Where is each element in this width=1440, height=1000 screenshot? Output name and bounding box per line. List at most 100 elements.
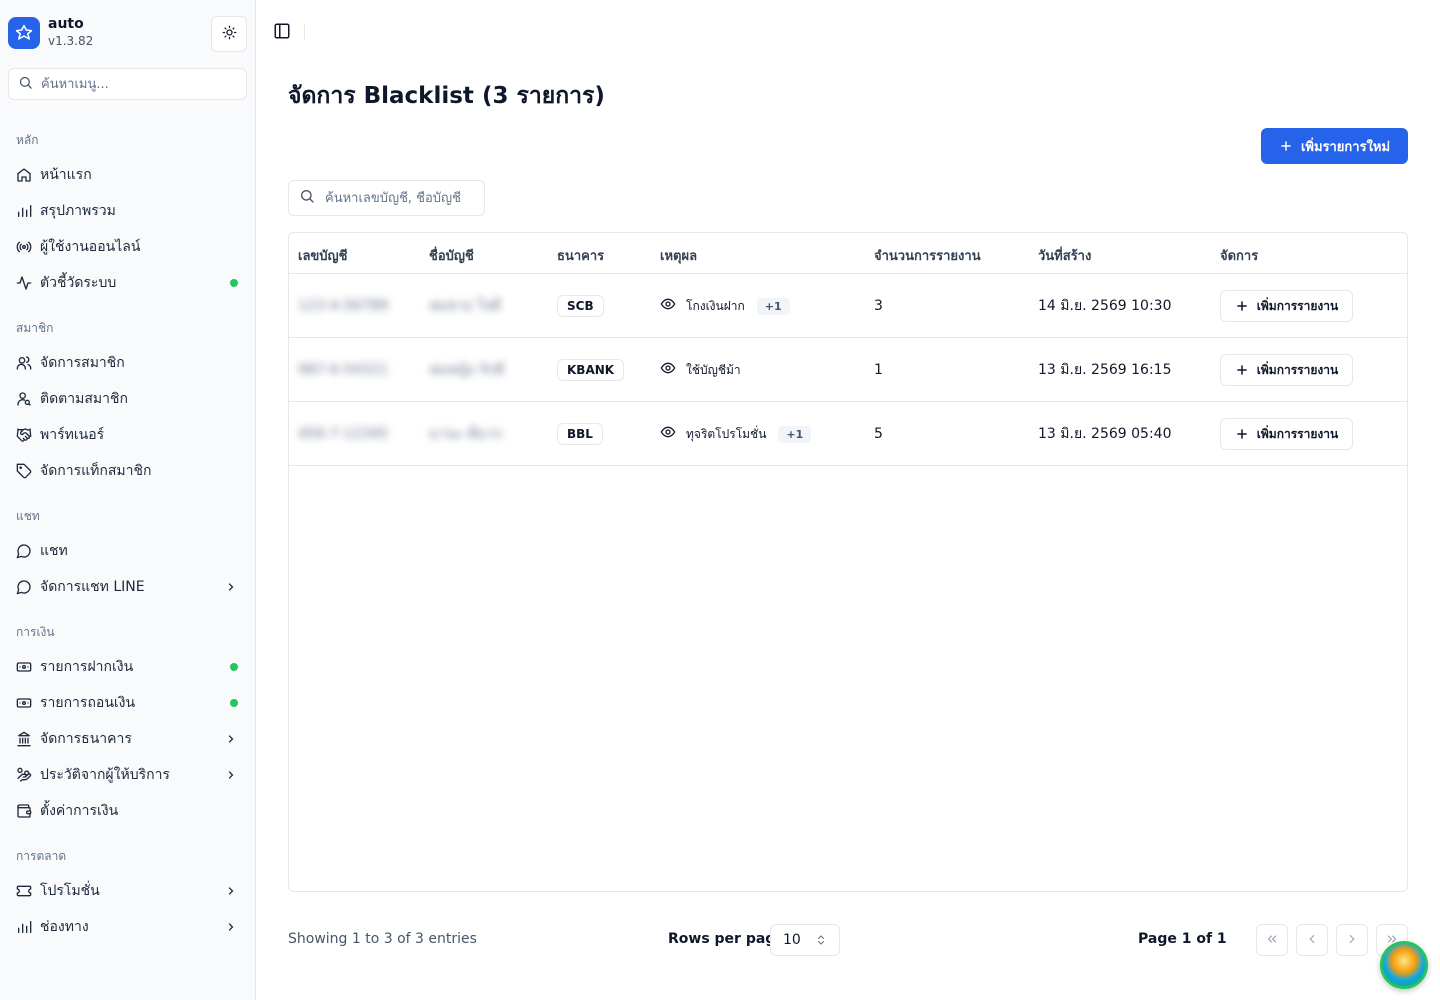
sidebar-item-label: สรุปภาพรวม xyxy=(40,203,116,219)
account-name: สมชาย ใจดี xyxy=(429,298,501,314)
column-header[interactable]: ธนาคาร xyxy=(557,245,604,266)
sidebar-item-label: จัดการสมาชิก xyxy=(40,355,125,371)
sidebar-item-channels[interactable]: ช่องทาง xyxy=(8,911,247,943)
home-icon xyxy=(16,167,32,183)
report-count: 5 xyxy=(874,426,883,442)
report-count: 3 xyxy=(874,298,883,314)
column-header[interactable]: วันที่สร้าง xyxy=(1038,245,1091,266)
sidebar-item-label: ตั้งค่าการเงิน xyxy=(40,803,119,819)
sidebar-item-partners[interactable]: พาร์ทเนอร์ xyxy=(8,419,247,451)
sidebar-item-deposits[interactable]: รายการฝากเงิน xyxy=(8,651,247,683)
sidebar-item-provider-history[interactable]: ประวัติจากผู้ให้บริการ xyxy=(8,759,247,791)
chevron-right-icon xyxy=(225,769,237,781)
reason[interactable]: ทุจริตโปรโมชั่น +1 xyxy=(660,424,812,444)
add-report-button[interactable]: เพิ่มการรายงาน xyxy=(1220,354,1353,386)
chevrons-up-down-icon xyxy=(815,933,827,951)
sidebar-item-withdrawals[interactable]: รายการถอนเงิน xyxy=(8,687,247,719)
table-search[interactable] xyxy=(288,180,485,216)
add-new-item-button[interactable]: เพิ่มรายการใหม่ xyxy=(1261,128,1408,164)
bank-badge: BBL xyxy=(557,423,603,445)
activity-icon xyxy=(16,275,32,291)
add-report-button[interactable]: เพิ่มการรายงาน xyxy=(1220,418,1353,450)
add-report-button[interactable]: เพิ่มการรายงาน xyxy=(1220,290,1353,322)
created-date: 13 มิ.ย. 2569 16:15 xyxy=(1038,362,1172,378)
app-version: v1.3.82 xyxy=(48,34,94,48)
ticket-icon xyxy=(16,883,32,899)
landmark-icon xyxy=(16,731,32,747)
more-reasons-badge[interactable]: +1 xyxy=(756,297,790,315)
table-row: 123-4-56789 สมชาย ใจดี SCB โกงเงินฝาก +1… xyxy=(289,274,1407,338)
sidebar-item-banks[interactable]: จัดการธนาคาร xyxy=(8,723,247,755)
table-search-input[interactable] xyxy=(325,190,475,206)
account-name: สมหญิง รักดี xyxy=(429,362,505,378)
sidebar-item-label: จัดการธนาคาร xyxy=(40,731,132,747)
sidebar-item-label: จัดการแชท LINE xyxy=(40,579,145,595)
table-row: 456-7-12345 มานะ ดีมาก BBL ทุจริตโปรโมชั… xyxy=(289,402,1407,466)
plus-icon xyxy=(1236,429,1247,439)
theme-toggle-button[interactable] xyxy=(211,16,247,52)
eye-icon[interactable] xyxy=(660,360,676,380)
page-info: Page 1 of 1 xyxy=(1138,931,1227,947)
next-page-button[interactable] xyxy=(1336,924,1368,956)
table-row: 987-6-54321 สมหญิง รักดี KBANK ใช้บัญชีม… xyxy=(289,338,1407,402)
sidebar-item-label: แชท xyxy=(40,543,68,559)
sidebar-item-label: รายการฝากเงิน xyxy=(40,659,134,675)
sidebar-item-chat[interactable]: แชท xyxy=(8,535,247,567)
menu-search-input[interactable] xyxy=(41,76,231,92)
sun-icon xyxy=(222,25,237,43)
sidebar-item-overview[interactable]: สรุปภาพรวม xyxy=(8,195,247,227)
sidebar-item-manage-members[interactable]: จัดการสมาชิก xyxy=(8,347,247,379)
entries-info: Showing 1 to 3 of 3 entries xyxy=(288,931,477,947)
sidebar: auto v1.3.82 หลัก หน้าแรก สรุปภาพรวม ผู้… xyxy=(0,0,256,1000)
users-icon xyxy=(16,355,32,371)
search-icon xyxy=(18,75,33,94)
group-label-members: สมาชิก xyxy=(16,321,54,335)
plus-icon xyxy=(1281,141,1291,151)
rows-per-page-select[interactable]: 10 xyxy=(770,924,840,956)
floating-avatar[interactable] xyxy=(1380,941,1428,989)
column-header[interactable]: เลขบัญชี xyxy=(298,245,347,266)
message-circle-icon xyxy=(16,579,32,595)
brand[interactable]: auto v1.3.82 xyxy=(8,16,93,49)
sidebar-item-label: ประวัติจากผู้ให้บริการ xyxy=(40,767,170,783)
sidebar-toggle-button[interactable] xyxy=(272,22,292,42)
bar-chart-icon xyxy=(16,919,32,935)
chevron-right-icon xyxy=(225,581,237,593)
sidebar-item-label: ผู้ใช้งานออนไลน์ xyxy=(40,239,141,255)
withdraw-icon xyxy=(16,695,32,711)
more-reasons-badge[interactable]: +1 xyxy=(778,425,812,443)
reason-text: ใช้บัญชีม้า xyxy=(686,362,741,377)
plus-icon xyxy=(1236,365,1247,375)
reason[interactable]: ใช้บัญชีม้า xyxy=(660,360,741,380)
sidebar-item-label: จัดการแท็กสมาชิก xyxy=(40,463,152,479)
tag-icon xyxy=(16,463,32,479)
sidebar-item-track-members[interactable]: ติดตามสมาชิก xyxy=(8,383,247,415)
previous-page-button[interactable] xyxy=(1296,924,1328,956)
sidebar-item-online-users[interactable]: ผู้ใช้งานออนไลน์ xyxy=(8,231,247,263)
chevron-right-icon xyxy=(225,921,237,933)
sidebar-item-promotions[interactable]: โปรโมชั่น xyxy=(8,875,247,907)
radio-icon xyxy=(16,239,32,255)
message-circle-icon xyxy=(16,543,32,559)
column-header[interactable]: จำนวนการรายงาน xyxy=(874,245,981,266)
bank-badge: KBANK xyxy=(557,359,625,381)
add-new-item-label: เพิ่มรายการใหม่ xyxy=(1300,139,1391,155)
group-label-chat: แชท xyxy=(16,509,40,523)
reason[interactable]: โกงเงินฝาก +1 xyxy=(660,296,790,316)
sidebar-item-home[interactable]: หน้าแรก xyxy=(8,159,247,191)
menu-search[interactable] xyxy=(8,68,247,100)
bar-chart-icon xyxy=(16,203,32,219)
first-page-button[interactable] xyxy=(1256,924,1288,956)
sidebar-item-finance-settings[interactable]: ตั้งค่าการเงิน xyxy=(8,795,247,827)
column-header[interactable]: ชื่อบัญชี xyxy=(429,245,474,266)
sidebar-item-line-chat[interactable]: จัดการแชท LINE xyxy=(8,571,247,603)
divider xyxy=(304,24,305,40)
sidebar-item-label: ติดตามสมาชิก xyxy=(40,391,128,407)
eye-icon[interactable] xyxy=(660,424,676,444)
eye-icon[interactable] xyxy=(660,296,676,316)
reason-text: ทุจริตโปรโมชั่น xyxy=(686,426,767,441)
column-header[interactable]: เหตุผล xyxy=(660,245,697,266)
sidebar-item-member-tags[interactable]: จัดการแท็กสมาชิก xyxy=(8,455,247,487)
wallet-icon xyxy=(16,803,32,819)
sidebar-item-system-metrics[interactable]: ตัวชี้วัดระบบ xyxy=(8,267,247,299)
